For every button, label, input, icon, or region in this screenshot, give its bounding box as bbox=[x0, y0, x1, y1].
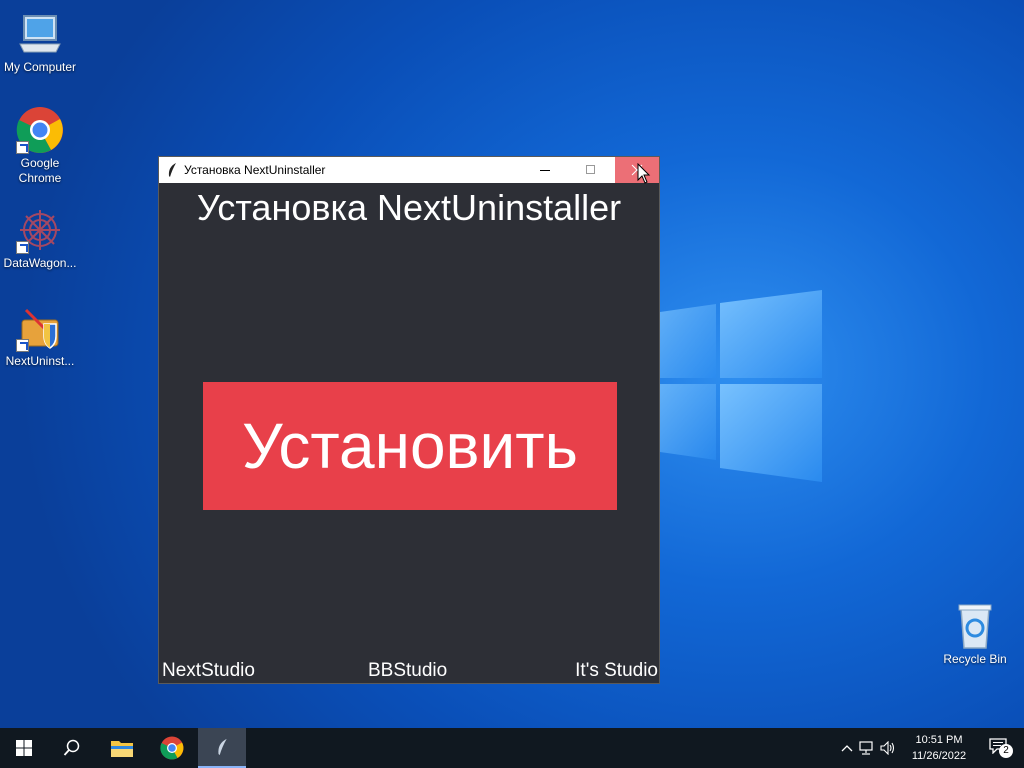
notification-center-button[interactable]: 2 bbox=[976, 728, 1024, 768]
recycle-bin-icon bbox=[951, 602, 999, 650]
desktop-icon-label: My Computer bbox=[3, 60, 77, 74]
nextuninstaller-icon bbox=[16, 304, 64, 352]
folder-icon bbox=[111, 741, 133, 757]
windows-start-icon bbox=[16, 740, 32, 756]
footer-nextstudio: NextStudio bbox=[162, 660, 255, 681]
taskbar-installer-app[interactable] bbox=[198, 728, 246, 768]
windows-wallpaper-logo bbox=[660, 290, 822, 482]
search-button[interactable] bbox=[48, 728, 96, 768]
clock-time: 10:51 PM bbox=[915, 734, 963, 746]
installer-window: Установка NextUninstaller Установка Next… bbox=[158, 156, 660, 684]
window-titlebar[interactable]: Установка NextUninstaller bbox=[159, 157, 659, 183]
window-title: Установка NextUninstaller bbox=[184, 163, 326, 177]
installer-heading: Установка NextUninstaller bbox=[196, 187, 622, 228]
shortcut-arrow-icon bbox=[16, 141, 29, 154]
clock-date: 11/26/2022 bbox=[911, 750, 967, 762]
speaker-icon bbox=[880, 741, 895, 755]
maximize-button[interactable] bbox=[569, 157, 613, 183]
desktop-icon-my-computer[interactable]: My Computer bbox=[0, 10, 80, 75]
notification-count-badge: 2 bbox=[999, 744, 1013, 758]
network-status[interactable] bbox=[856, 738, 878, 758]
start-button[interactable] bbox=[0, 728, 48, 768]
volume-control[interactable] bbox=[878, 738, 900, 758]
desktop-icon-label: Recycle Bin bbox=[943, 652, 1007, 666]
feather-icon bbox=[218, 738, 227, 756]
computer-icon bbox=[16, 10, 64, 58]
shortcut-arrow-icon bbox=[16, 241, 29, 254]
search-icon bbox=[63, 739, 80, 756]
chevron-up-icon bbox=[841, 745, 853, 752]
desktop-icon-google-chrome[interactable]: Google Chrome bbox=[0, 106, 80, 186]
taskbar: 10:51 PM 11/26/2022 2 bbox=[0, 728, 1024, 768]
feather-icon bbox=[168, 163, 176, 177]
minimize-button[interactable] bbox=[523, 157, 567, 183]
network-icon bbox=[859, 741, 873, 755]
chrome-icon bbox=[16, 106, 64, 154]
taskbar-chrome[interactable] bbox=[148, 728, 196, 768]
taskbar-file-explorer[interactable] bbox=[98, 728, 146, 768]
desktop-icon-label: DataWagon... bbox=[3, 256, 77, 270]
taskbar-clock[interactable]: 10:51 PM 11/26/2022 bbox=[904, 732, 974, 764]
system-tray bbox=[838, 728, 900, 768]
show-hidden-icons-button[interactable] bbox=[838, 738, 856, 758]
desktop-icon-nextuninstaller[interactable]: NextUninst... bbox=[0, 304, 80, 369]
desktop-icon-datawagon[interactable]: DataWagon... bbox=[0, 206, 80, 271]
install-button[interactable]: Установить bbox=[203, 382, 617, 510]
desktop-icon-label: Google Chrome bbox=[18, 156, 62, 185]
footer-its-studio: It's Studio bbox=[575, 660, 658, 681]
desktop-icon-label: NextUninst... bbox=[5, 354, 75, 368]
mouse-cursor-icon bbox=[637, 163, 651, 184]
shortcut-arrow-icon bbox=[16, 339, 29, 352]
desktop-icon-recycle-bin[interactable]: Recycle Bin bbox=[935, 602, 1015, 667]
footer-bbstudio: BBStudio bbox=[368, 660, 448, 681]
chrome-icon bbox=[160, 736, 184, 760]
datawagon-icon bbox=[16, 206, 64, 254]
